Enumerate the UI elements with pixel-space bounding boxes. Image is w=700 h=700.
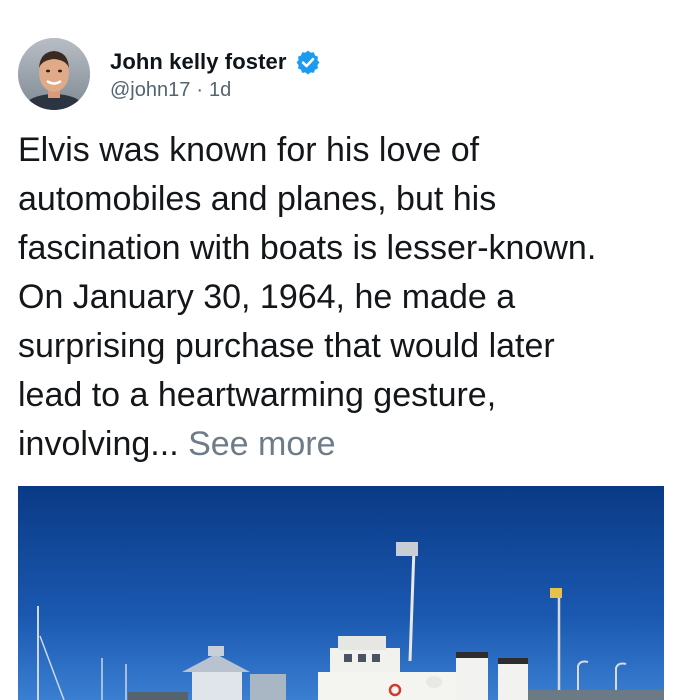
post-text-truncated: involving...	[18, 425, 179, 463]
post-card: John kelly foster @john17 · 1d Elvis was…	[0, 0, 700, 700]
post-text-line: On January 30, 1964, he made a	[18, 278, 516, 316]
post-text-line: automobiles and planes, but his	[18, 180, 497, 218]
harbor-yacht-photo-icon	[18, 486, 664, 700]
avatar[interactable]	[18, 38, 90, 110]
post-media-image[interactable]	[18, 486, 664, 700]
author-block: John kelly foster @john17 · 1d	[110, 47, 321, 102]
post-text-line: surprising purchase that would later	[18, 327, 555, 365]
post-text-line: lead to a heartwarming gesture,	[18, 376, 497, 414]
post-timestamp[interactable]: 1d	[209, 79, 231, 102]
verified-badge-icon	[295, 49, 321, 75]
post-text-line: Elvis was known for his love of	[18, 131, 480, 169]
author-display-name[interactable]: John kelly foster	[110, 49, 287, 75]
avatar-photo-icon	[18, 38, 90, 110]
post-text-line: fascination with boats is lesser-known.	[18, 229, 597, 267]
post-header: John kelly foster @john17 · 1d	[18, 36, 321, 112]
author-handle[interactable]: @john17	[110, 79, 190, 102]
see-more-link[interactable]: See more	[188, 425, 335, 463]
post-text-last-line: involving... See more	[18, 420, 688, 469]
meta-row: @john17 · 1d	[110, 79, 321, 102]
name-row: John kelly foster	[110, 47, 321, 77]
post-text: Elvis was known for his love of automobi…	[18, 126, 688, 469]
meta-separator: ·	[196, 78, 204, 101]
